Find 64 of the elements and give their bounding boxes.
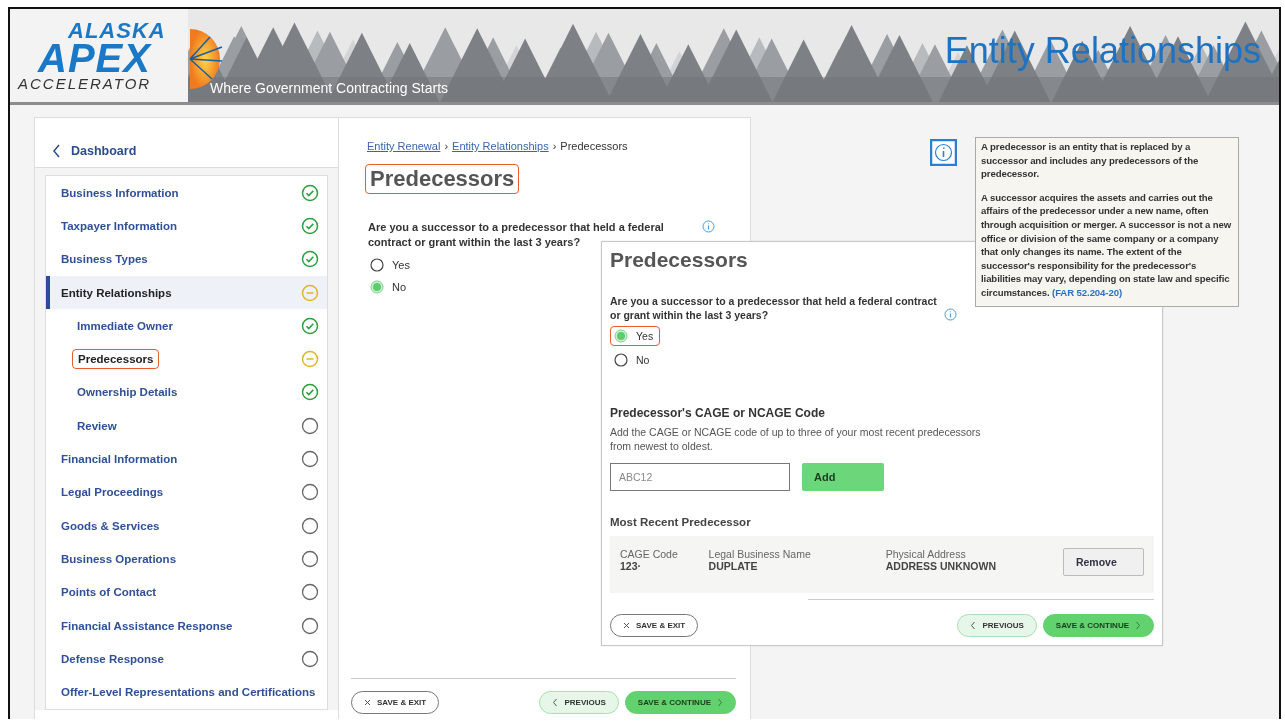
close-icon bbox=[623, 622, 630, 629]
field-description: Add the CAGE or NCAGE code of up to three of your most recent predecessors from newest to oldest. bbox=[610, 425, 982, 453]
field-label: Legal Business Name bbox=[708, 548, 812, 560]
cage-code-input[interactable]: ABC12 bbox=[610, 463, 790, 491]
sidebar-item-label[interactable]: Review bbox=[72, 416, 122, 435]
sidebar-item-label[interactable]: Ownership Details bbox=[72, 383, 183, 402]
field-title: Predecessor's CAGE or NCAGE Code bbox=[610, 406, 826, 420]
info-icon bbox=[702, 220, 715, 233]
logo-text: ACCELERATOR bbox=[18, 76, 153, 91]
save-exit-button[interactable]: SAVE & EXIT bbox=[351, 691, 440, 714]
field-value: 123· bbox=[620, 560, 642, 572]
radio-label[interactable]: No bbox=[392, 281, 407, 293]
dashboard-link[interactable]: Dashboard bbox=[71, 143, 137, 158]
question-text: Are you a successor to a predecessor that held a federal contract or grant within the last 3 years? bbox=[610, 294, 938, 322]
sidebar-item-label[interactable]: Defense Response bbox=[56, 649, 169, 668]
sidebar-item-label[interactable]: Business Operations bbox=[56, 549, 182, 568]
breadcrumb-link[interactable]: Entity Renewal bbox=[367, 140, 441, 152]
breadcrumb-separator: › bbox=[444, 140, 449, 152]
sidebar-item-label[interactable]: Immediate Owner bbox=[72, 316, 178, 335]
sidebar-item-label[interactable]: Business Information bbox=[56, 183, 184, 202]
sidebar-item-label[interactable]: Taxpayer Information bbox=[56, 216, 183, 235]
close-icon bbox=[364, 699, 371, 706]
sidebar-item-label[interactable]: Offer-Level Representations and Certifications bbox=[56, 683, 321, 702]
sidebar-item-label[interactable]: Legal Proceedings bbox=[56, 483, 169, 502]
sidebar-item-label[interactable]: Goods & Services bbox=[56, 516, 165, 535]
sidebar-item-label[interactable]: Business Types bbox=[56, 250, 153, 269]
save-continue-button[interactable]: SAVE & CONTINUE bbox=[1042, 614, 1154, 637]
info-icon bbox=[930, 139, 957, 166]
remove-button[interactable]: Remove bbox=[1062, 548, 1144, 576]
save-exit-button[interactable]: SAVE & EXIT bbox=[610, 614, 699, 637]
radio-label[interactable]: No bbox=[636, 354, 650, 366]
radio-label[interactable]: Yes bbox=[392, 259, 410, 271]
chevron-right-icon bbox=[717, 698, 723, 707]
field-value: ADDRESS UNKNOWN bbox=[885, 560, 997, 572]
question-text: Are you a successor to a predecessor that held a federal contract or grant within the last 3 years? bbox=[368, 220, 665, 250]
save-continue-button[interactable]: SAVE & CONTINUE bbox=[624, 691, 736, 714]
tooltip-paragraph: A successor acquires the assets and carries out the affairs of the predecessor under a new name, often through acquisition or merger. A successor is not a new office or division of the same company or a company that only changes its name. The extent of the successor's responsibility for the predecessor's liabilities may vary, depending on state law and specific circumstances. (FAR 52.204-20) bbox=[981, 190, 1233, 300]
sidebar-item-label[interactable]: Points of Contact bbox=[56, 583, 162, 602]
radio-label[interactable]: Yes bbox=[636, 330, 654, 342]
breadcrumb-separator: › bbox=[552, 140, 557, 152]
sidebar-item-label[interactable]: Financial Assistance Response bbox=[56, 616, 238, 635]
chevron-left-icon bbox=[970, 621, 977, 630]
previous-button[interactable]: PREVIOUS bbox=[539, 691, 619, 714]
tagline: Where Government Contracting Starts bbox=[210, 80, 449, 96]
far-link[interactable]: (FAR 52.204-20) bbox=[1052, 286, 1122, 298]
section-heading: Predecessors bbox=[610, 248, 748, 272]
breadcrumb-link[interactable]: Entity Relationships bbox=[452, 140, 549, 152]
tooltip-paragraph: A predecessor is an entity that is replaced by a successor and includes any predecessors of the predecessor. bbox=[981, 140, 1200, 181]
slide-title: Entity Relationships bbox=[944, 29, 1262, 73]
add-button[interactable]: Add bbox=[802, 463, 884, 491]
sidebar-item-label[interactable]: Predecessors bbox=[72, 349, 160, 370]
field-label: Physical Address bbox=[885, 548, 967, 560]
sidebar-item-label[interactable]: Entity Relationships bbox=[56, 283, 177, 302]
info-icon bbox=[944, 308, 957, 321]
field-label: CAGE Code bbox=[620, 548, 679, 560]
breadcrumb-current: Predecessors bbox=[560, 140, 628, 152]
previous-button[interactable]: PREVIOUS bbox=[957, 614, 1037, 637]
subsection-title: Most Recent Predecessor bbox=[610, 516, 752, 528]
page-heading: Predecessors bbox=[365, 164, 520, 194]
sidebar-item-label[interactable]: Financial Information bbox=[56, 450, 183, 468]
chevron-right-icon bbox=[1135, 621, 1141, 630]
field-value: DUPLATE bbox=[708, 560, 759, 572]
chevron-left-icon bbox=[552, 698, 559, 707]
chevron-left-icon bbox=[53, 143, 61, 158]
